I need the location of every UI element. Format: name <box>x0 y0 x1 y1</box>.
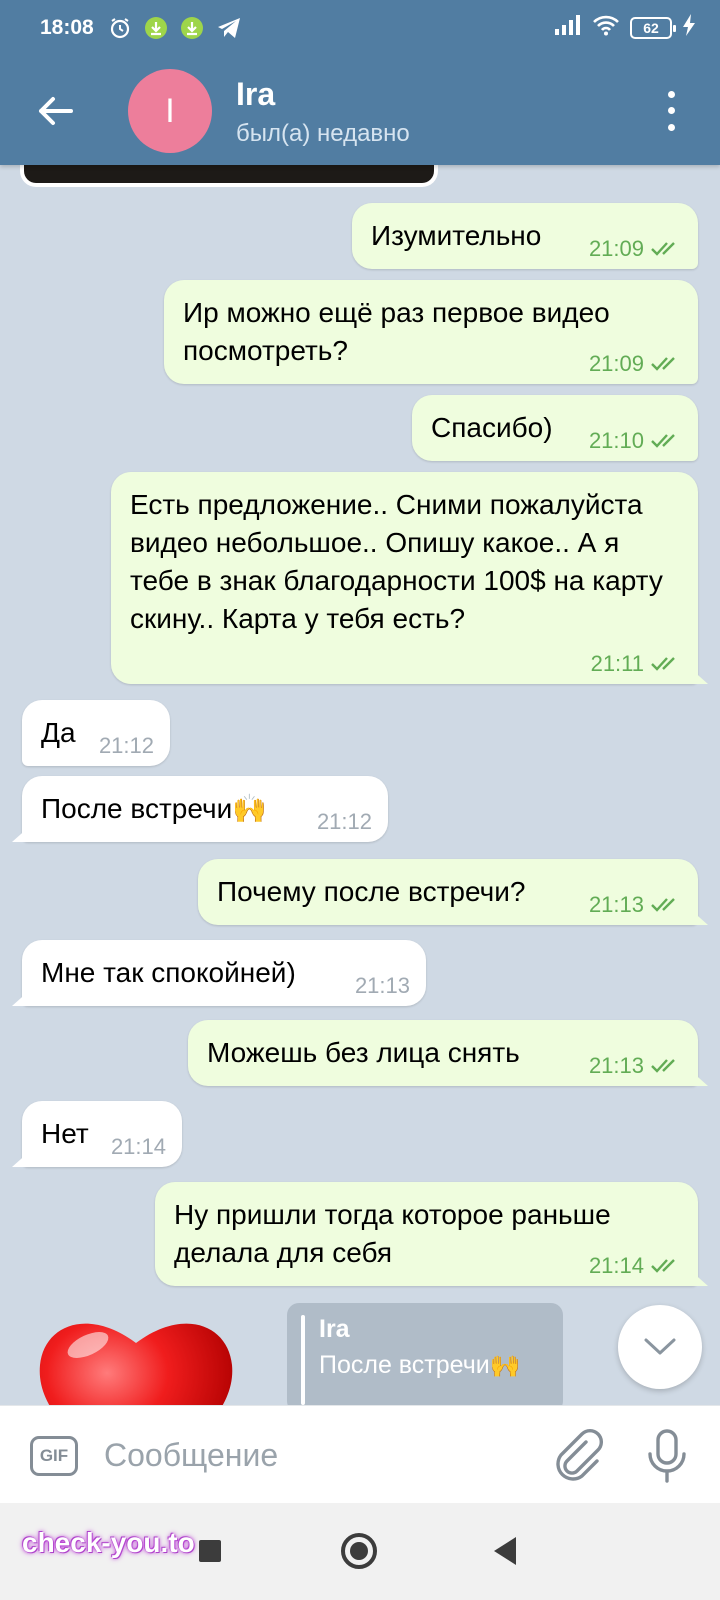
message-outgoing[interactable]: Почему после встречи? 21:13 <box>198 859 698 925</box>
contact-name[interactable]: Ira <box>236 76 275 113</box>
message-input-bar: GIF <box>0 1405 720 1503</box>
message-input[interactable] <box>104 1430 524 1480</box>
message-time: 21:12 <box>98 733 154 758</box>
heart-icon <box>39 1323 233 1405</box>
system-nav-bar: check-you.to <box>0 1503 720 1600</box>
message-meta: 21:12 <box>99 734 154 758</box>
gif-button[interactable]: GIF <box>30 1436 78 1476</box>
message-incoming[interactable]: Нет 21:14 <box>22 1101 182 1167</box>
system-back-button[interactable] <box>494 1537 516 1565</box>
message-time: 21:13 <box>354 973 410 998</box>
app-bar: I Ira был(а) недавно <box>0 56 720 165</box>
message-outgoing[interactable]: Спасибо) 21:10 <box>412 395 698 461</box>
double-check-icon <box>651 1259 675 1273</box>
message-time: 21:10 <box>588 428 644 453</box>
more-dot-icon <box>667 107 675 115</box>
status-bar: 18:08 62 <box>0 0 720 56</box>
status-time: 18:08 <box>40 16 94 39</box>
attach-button[interactable] <box>553 1428 603 1482</box>
message-time: 21:11 <box>590 651 644 676</box>
back-arrow-icon <box>39 97 73 125</box>
message-time: 21:14 <box>110 1134 166 1159</box>
telegram-icon <box>216 16 242 40</box>
signal-icon <box>554 15 582 41</box>
message-meta: 21:14 <box>111 1135 166 1159</box>
message-meta: 21:10 <box>589 429 682 453</box>
download-icon <box>144 16 168 40</box>
chat-history[interactable]: Изумительно 21:09 Ир можно ещё раз перво… <box>0 165 720 1405</box>
alarm-icon <box>108 16 132 40</box>
microphone-icon <box>648 1429 686 1483</box>
message-meta: 21:11 <box>591 652 682 676</box>
message-time: 21:12 <box>316 809 372 834</box>
more-menu-button[interactable] <box>662 86 680 136</box>
message-meta: 21:12 <box>317 810 372 834</box>
message-incoming[interactable]: После встречи🙌 21:12 <box>22 776 388 842</box>
avatar-letter: I <box>165 91 175 130</box>
home-button[interactable] <box>341 1533 377 1569</box>
message-time: 21:13 <box>588 892 644 917</box>
message-meta: 21:09 <box>589 237 682 261</box>
gif-label: GIF <box>39 1446 69 1465</box>
reply-text: После встречи🙌 <box>319 1351 521 1379</box>
more-dot-icon <box>667 124 675 132</box>
download-icon <box>180 16 204 40</box>
double-check-icon <box>651 357 675 371</box>
reply-message-preview[interactable]: Ira После встречи🙌 <box>287 1303 563 1405</box>
more-dot-icon <box>667 90 675 98</box>
avatar[interactable]: I <box>128 69 212 153</box>
contact-status: был(а) недавно <box>236 120 410 147</box>
reply-author: Ira <box>319 1315 350 1343</box>
watermark-text: check-you.to <box>22 1527 195 1558</box>
message-time: 21:14 <box>588 1253 644 1278</box>
message-outgoing[interactable]: Можешь без лица снять 21:13 <box>188 1020 698 1086</box>
message-time: 21:09 <box>588 236 644 261</box>
double-check-icon <box>651 242 675 256</box>
message-meta: 21:13 <box>589 1054 682 1078</box>
double-check-icon <box>651 657 675 671</box>
reply-accent-bar <box>301 1315 305 1405</box>
battery-icon: 62 <box>630 17 676 39</box>
message-text: Есть предложение.. Сними пожалуйста виде… <box>130 489 663 634</box>
previous-media-message[interactable] <box>20 165 438 187</box>
message-meta: 21:13 <box>355 974 410 998</box>
message-incoming[interactable]: Да 21:12 <box>22 700 170 766</box>
message-time: 21:09 <box>588 351 644 376</box>
message-time: 21:13 <box>588 1053 644 1078</box>
message-outgoing[interactable]: Есть предложение.. Сними пожалуйста виде… <box>111 472 698 684</box>
scroll-to-bottom-button[interactable] <box>618 1305 702 1389</box>
chat-header: 18:08 62 I Ira был(а) недавно <box>0 0 720 165</box>
double-check-icon <box>651 1059 675 1073</box>
double-check-icon <box>651 434 675 448</box>
microphone-button[interactable] <box>645 1428 689 1484</box>
heart-sticker[interactable] <box>36 1303 236 1405</box>
wifi-icon <box>592 14 620 42</box>
message-outgoing[interactable]: Ир можно ещё раз первое видео посмотреть… <box>164 280 698 384</box>
message-outgoing[interactable]: Изумительно 21:09 <box>352 203 698 269</box>
message-meta: 21:14 <box>589 1254 682 1278</box>
message-outgoing[interactable]: Ну пришли тогда которое раньше делала дл… <box>155 1182 698 1286</box>
paperclip-icon <box>556 1429 603 1481</box>
double-check-icon <box>651 898 675 912</box>
recent-apps-button[interactable] <box>199 1540 221 1562</box>
message-incoming[interactable]: Мне так спокойней) 21:13 <box>22 940 426 1006</box>
message-meta: 21:09 <box>589 352 682 376</box>
message-meta: 21:13 <box>589 893 682 917</box>
charging-icon <box>682 14 696 42</box>
chevron-down-icon <box>644 1338 676 1355</box>
back-button[interactable] <box>30 86 80 136</box>
